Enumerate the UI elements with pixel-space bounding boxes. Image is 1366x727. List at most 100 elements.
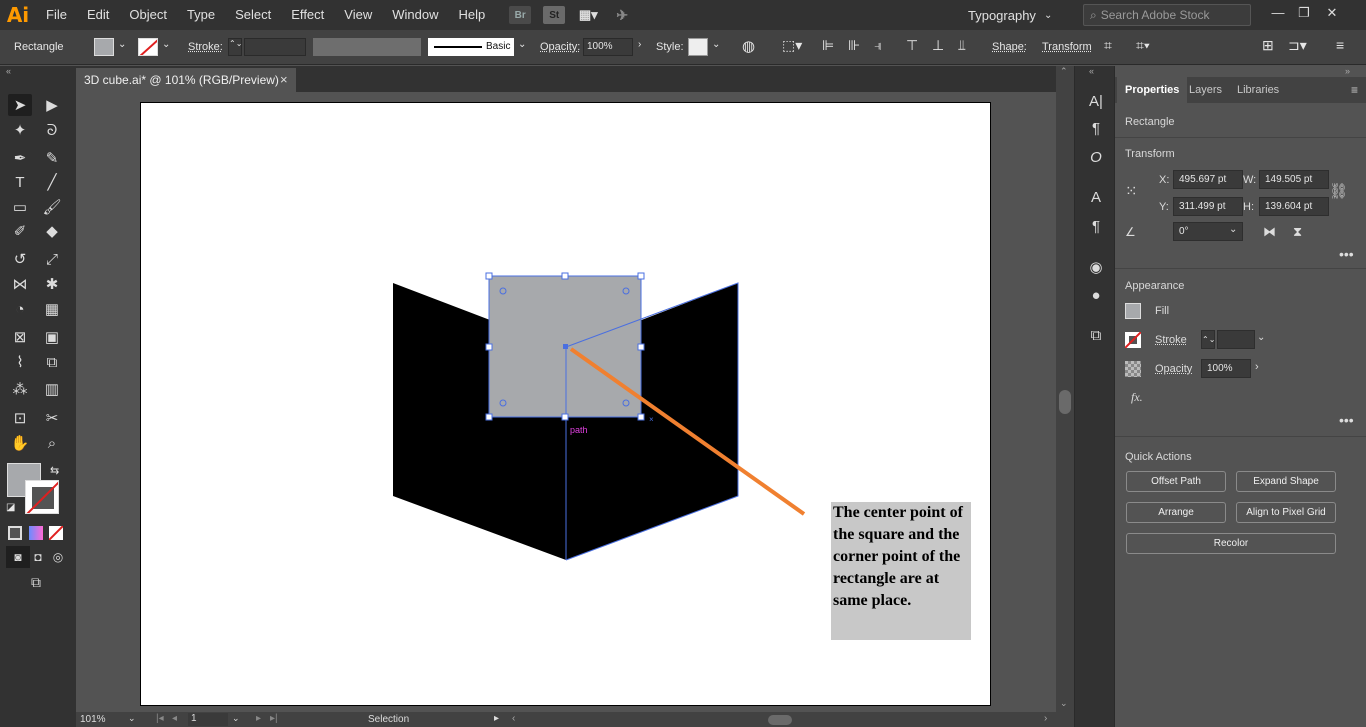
- align-top-icon[interactable]: ⊤: [906, 37, 918, 54]
- isolate-icon[interactable]: ⌗: [1104, 37, 1112, 54]
- menu-file[interactable]: File: [36, 0, 77, 30]
- fx-icon[interactable]: fx.: [1131, 390, 1143, 405]
- chevron-up-icon[interactable]: ⌃: [1060, 66, 1068, 77]
- horizontal-scrollbar-thumb[interactable]: [768, 715, 792, 725]
- paragraph-panel-icon[interactable]: ¶: [1085, 117, 1107, 139]
- last-artboard-icon[interactable]: ▸|: [270, 713, 278, 724]
- menu-effect[interactable]: Effect: [281, 0, 334, 30]
- shape-label[interactable]: Shape:: [992, 41, 1027, 53]
- chevron-down-icon[interactable]: ⌄: [128, 713, 136, 724]
- grid-icon[interactable]: ⊞: [1262, 37, 1274, 54]
- menu-view[interactable]: View: [334, 0, 382, 30]
- stroke-label[interactable]: Stroke: [1155, 334, 1187, 346]
- default-colors-icon[interactable]: ◪: [6, 502, 15, 513]
- zoom-tool-icon[interactable]: ⌕: [40, 432, 64, 454]
- stroke-label[interactable]: Stroke:: [188, 41, 223, 53]
- rotate-tool-icon[interactable]: ↺: [8, 248, 32, 270]
- align-right-icon[interactable]: ⫣: [874, 37, 882, 54]
- line-tool-icon[interactable]: ╱: [40, 171, 64, 193]
- stock-search-input[interactable]: ⌕ Search Adobe Stock: [1083, 4, 1251, 26]
- x-field[interactable]: 495.697 pt: [1173, 170, 1243, 189]
- chevron-down-icon[interactable]: ⌄: [232, 713, 240, 724]
- eyedropper-tool-icon[interactable]: ⌇: [8, 351, 32, 373]
- align-left-icon[interactable]: ⊫: [822, 37, 834, 54]
- gradient-mode-icon[interactable]: [29, 526, 43, 540]
- chevron-down-icon[interactable]: ⌄: [1229, 224, 1237, 235]
- opacity-label[interactable]: Opacity: [1155, 363, 1192, 375]
- transform-label[interactable]: Transform: [1042, 41, 1092, 53]
- recolor-artwork-icon[interactable]: ◍: [742, 37, 755, 55]
- distribute-icon[interactable]: ⊐▾: [1288, 37, 1307, 54]
- chevron-down-icon[interactable]: ⌄: [118, 39, 126, 50]
- lasso-tool-icon[interactable]: ᘐ: [40, 119, 64, 141]
- more-options-icon[interactable]: •••: [1339, 412, 1354, 428]
- direct-selection-tool-icon[interactable]: ▶: [40, 94, 64, 116]
- fill-swatch[interactable]: [94, 38, 114, 56]
- panel-menu-icon[interactable]: ≡: [1336, 37, 1344, 53]
- menu-window[interactable]: Window: [382, 0, 448, 30]
- graphic-style-swatch[interactable]: [688, 38, 708, 56]
- paintbrush-tool-icon[interactable]: 🖌: [40, 196, 64, 218]
- chevron-right-icon[interactable]: ›: [638, 39, 641, 50]
- h-field[interactable]: 139.604 pt: [1259, 197, 1329, 216]
- chevron-down-icon[interactable]: ⌄: [162, 39, 170, 50]
- w-field[interactable]: 149.505 pt: [1259, 170, 1329, 189]
- eraser-tool-icon[interactable]: ◆: [40, 220, 64, 242]
- bridge-icon[interactable]: Br: [509, 6, 532, 24]
- vertical-scrollbar[interactable]: ⌃ ⌄: [1056, 66, 1074, 727]
- color-mode-icon[interactable]: [8, 526, 22, 540]
- restore-icon[interactable]: ❐: [1292, 3, 1316, 23]
- menu-help[interactable]: Help: [448, 0, 495, 30]
- character-styles-icon[interactable]: A: [1085, 186, 1107, 208]
- appearance-panel-icon[interactable]: ●: [1085, 284, 1107, 306]
- expand-shape-button[interactable]: Expand Shape: [1236, 471, 1336, 492]
- column-graph-tool-icon[interactable]: ▥: [40, 378, 64, 400]
- align-to-icon[interactable]: ⬚▾: [782, 37, 802, 54]
- artboard-tool-icon[interactable]: ⊡: [8, 407, 32, 429]
- flip-horizontal-icon[interactable]: ⧓: [1263, 224, 1276, 240]
- y-field[interactable]: 311.499 pt: [1173, 197, 1243, 216]
- menu-select[interactable]: Select: [225, 0, 281, 30]
- chevron-right-icon[interactable]: ›: [1255, 361, 1259, 373]
- expand-icon[interactable]: «: [1089, 66, 1094, 76]
- align-center-icon[interactable]: ⊪: [848, 37, 860, 54]
- more-options-icon[interactable]: •••: [1339, 246, 1354, 262]
- canvas-area[interactable]: × path The center point of the square an…: [76, 92, 1056, 712]
- flip-vertical-icon[interactable]: ⧗: [1293, 224, 1302, 240]
- paragraph-styles-icon[interactable]: ¶: [1085, 215, 1107, 237]
- character-panel-icon[interactable]: A|: [1085, 90, 1107, 112]
- chevron-down-icon[interactable]: ⌄: [712, 39, 720, 50]
- perspective-grid-tool-icon[interactable]: ▦: [40, 298, 64, 320]
- symbol-sprayer-tool-icon[interactable]: ⁂: [8, 378, 32, 400]
- workspace-switcher[interactable]: Typography ⌄: [968, 4, 1072, 26]
- stroke-weight-field[interactable]: [244, 38, 306, 56]
- curvature-tool-icon[interactable]: ✎: [40, 147, 64, 169]
- stroke-weight-field[interactable]: [1217, 330, 1255, 349]
- stroke-stepper[interactable]: ⌃⌄: [1201, 330, 1215, 349]
- rectangle-tool-icon[interactable]: ▭: [8, 196, 32, 218]
- stroke-color-box[interactable]: [25, 480, 59, 514]
- previous-artboard-icon[interactable]: ◂: [172, 713, 177, 724]
- constrain-proportions-icon[interactable]: ⛓: [1329, 182, 1348, 200]
- zoom-level[interactable]: 101%: [80, 714, 106, 725]
- reference-point-icon[interactable]: ⁙: [1125, 182, 1145, 202]
- tab-properties[interactable]: Properties: [1117, 77, 1188, 103]
- collapse-icon[interactable]: «: [6, 66, 11, 76]
- minimize-icon[interactable]: —: [1266, 3, 1290, 23]
- swap-colors-icon[interactable]: ⇆: [50, 464, 59, 477]
- artboard[interactable]: × path The center point of the square an…: [140, 102, 991, 706]
- status-menu-icon[interactable]: ▸: [494, 713, 499, 724]
- scroll-right-icon[interactable]: ›: [1044, 713, 1047, 724]
- type-tool-icon[interactable]: T: [8, 171, 32, 193]
- scale-tool-icon[interactable]: ⤢: [40, 248, 64, 270]
- tab-libraries[interactable]: Libraries: [1229, 77, 1287, 103]
- close-tab-icon[interactable]: ×: [280, 72, 288, 87]
- layers-panel-icon[interactable]: ⧉: [1085, 324, 1107, 346]
- magic-wand-tool-icon[interactable]: ✦: [8, 119, 32, 141]
- stroke-none-swatch[interactable]: [1125, 332, 1141, 348]
- color-panel-icon[interactable]: ◉: [1085, 256, 1107, 278]
- draw-inside-icon[interactable]: ◎: [46, 546, 70, 568]
- chevron-down-icon[interactable]: ⌄: [1257, 332, 1265, 343]
- brush-definition[interactable]: Basic: [428, 38, 514, 56]
- pen-tool-icon[interactable]: ✒: [8, 147, 32, 169]
